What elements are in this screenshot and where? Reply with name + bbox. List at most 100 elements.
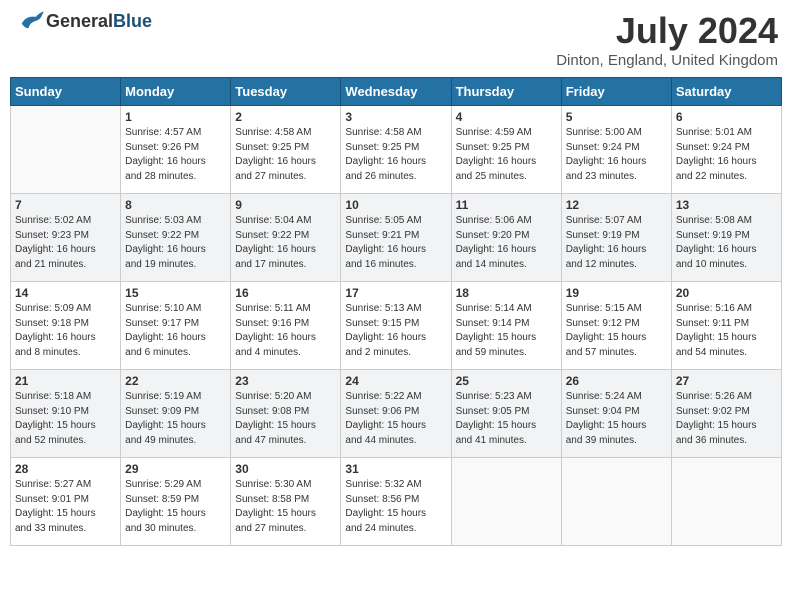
calendar-cell: 29Sunrise: 5:29 AM Sunset: 8:59 PM Dayli… [121, 458, 231, 546]
calendar-cell: 28 Sunrise: 5:27 AM Sunset: 9:01 PM Dayli… [11, 458, 121, 546]
day-number: 9 [235, 198, 336, 212]
calendar-week-row: 21 Sunrise: 5:18 AM Sunset: 9:10 PM Dayli… [11, 370, 782, 458]
calendar-cell: 3Sunrise: 4:58 AM Sunset: 9:25 PM Daylig… [341, 106, 451, 194]
header-thursday: Thursday [451, 78, 561, 106]
page-header: GeneralBlue July 2024 Dinton, England, U… [10, 10, 782, 69]
day-info: Sunrise: 5:10 AM Sunset: 9:17 PM Dayligh… [125, 302, 226, 360]
calendar-cell: 8Sunrise: 5:03 AM Sunset: 9:22 PM Daylig… [121, 194, 231, 282]
calendar-cell: 13 Sunrise: 5:08 AM Sunset: 9:19 PM Dayli… [671, 194, 781, 282]
day-info: Sunrise: 5:26 AM Sunset: 9:02 PM Dayligh… [676, 390, 777, 448]
day-number: 18 [456, 286, 557, 300]
day-number: 7 [15, 198, 116, 212]
calendar-cell: 11 Sunrise: 5:06 AM Sunset: 9:20 PM Dayli… [451, 194, 561, 282]
day-info: Sunrise: 5:08 AM Sunset: 9:19 PM Dayligh… [676, 214, 777, 272]
day-info: Sunrise: 5:19 AM Sunset: 9:09 PM Dayligh… [125, 390, 226, 448]
calendar-cell [671, 458, 781, 546]
header-monday: Monday [121, 78, 231, 106]
day-number: 25 [456, 374, 557, 388]
calendar-cell: 9 Sunrise: 5:04 AM Sunset: 9:22 PM Daylig… [231, 194, 341, 282]
day-info: Sunrise: 4:58 AM Sunset: 9:25 PM Dayligh… [235, 126, 336, 184]
calendar-cell: 16Sunrise: 5:11 AM Sunset: 9:16 PM Dayli… [231, 282, 341, 370]
header-saturday: Saturday [671, 78, 781, 106]
title-section: July 2024 Dinton, England, United Kingdo… [556, 10, 778, 69]
day-number: 21 [15, 374, 116, 388]
calendar-cell: 27 Sunrise: 5:26 AM Sunset: 9:02 PM Dayli… [671, 370, 781, 458]
day-info: Sunrise: 5:13 AM Sunset: 9:15 PM Dayligh… [345, 302, 446, 360]
calendar-cell: 24 Sunrise: 5:22 AM Sunset: 9:06 PM Dayli… [341, 370, 451, 458]
day-info: Sunrise: 5:15 AM Sunset: 9:12 PM Dayligh… [566, 302, 667, 360]
day-number: 30 [235, 462, 336, 476]
day-info: Sunrise: 4:57 AM Sunset: 9:26 PM Dayligh… [125, 126, 226, 184]
day-info: Sunrise: 5:07 AM Sunset: 9:19 PM Dayligh… [566, 214, 667, 272]
calendar-cell [561, 458, 671, 546]
day-info: Sunrise: 5:04 AM Sunset: 9:22 PM Dayligh… [235, 214, 336, 272]
calendar-cell: 30 Sunrise: 5:30 AM Sunset: 8:58 PM Dayli… [231, 458, 341, 546]
day-number: 31 [345, 462, 446, 476]
day-info: Sunrise: 5:27 AM Sunset: 9:01 PM Dayligh… [15, 478, 116, 536]
day-number: 22 [125, 374, 226, 388]
calendar-cell: 25 Sunrise: 5:23 AM Sunset: 9:05 PM Dayli… [451, 370, 561, 458]
calendar-week-row: 14Sunrise: 5:09 AM Sunset: 9:18 PM Dayli… [11, 282, 782, 370]
calendar-cell: 14Sunrise: 5:09 AM Sunset: 9:18 PM Dayli… [11, 282, 121, 370]
day-number: 17 [345, 286, 446, 300]
day-info: Sunrise: 5:22 AM Sunset: 9:06 PM Dayligh… [345, 390, 446, 448]
logo: GeneralBlue [14, 10, 152, 32]
calendar-table: SundayMondayTuesdayWednesdayThursdayFrid… [10, 77, 782, 546]
calendar-cell: 20 Sunrise: 5:16 AM Sunset: 9:11 PM Dayli… [671, 282, 781, 370]
day-info: Sunrise: 5:02 AM Sunset: 9:23 PM Dayligh… [15, 214, 116, 272]
day-info: Sunrise: 5:16 AM Sunset: 9:11 PM Dayligh… [676, 302, 777, 360]
day-info: Sunrise: 4:59 AM Sunset: 9:25 PM Dayligh… [456, 126, 557, 184]
calendar-header-row: SundayMondayTuesdayWednesdayThursdayFrid… [11, 78, 782, 106]
day-info: Sunrise: 5:09 AM Sunset: 9:18 PM Dayligh… [15, 302, 116, 360]
day-number: 10 [345, 198, 446, 212]
calendar-cell [11, 106, 121, 194]
calendar-cell: 6 Sunrise: 5:01 AM Sunset: 9:24 PM Daylig… [671, 106, 781, 194]
day-number: 12 [566, 198, 667, 212]
day-number: 5 [566, 110, 667, 124]
calendar-cell: 26Sunrise: 5:24 AM Sunset: 9:04 PM Dayli… [561, 370, 671, 458]
logo-general: General [46, 11, 113, 31]
day-number: 28 [15, 462, 116, 476]
day-number: 1 [125, 110, 226, 124]
day-number: 23 [235, 374, 336, 388]
header-tuesday: Tuesday [231, 78, 341, 106]
day-number: 24 [345, 374, 446, 388]
day-info: Sunrise: 5:20 AM Sunset: 9:08 PM Dayligh… [235, 390, 336, 448]
calendar-cell: 5 Sunrise: 5:00 AM Sunset: 9:24 PM Daylig… [561, 106, 671, 194]
calendar-cell: 15 Sunrise: 5:10 AM Sunset: 9:17 PM Dayli… [121, 282, 231, 370]
location: Dinton, England, United Kingdom [556, 52, 778, 69]
header-wednesday: Wednesday [341, 78, 451, 106]
calendar-cell: 31 Sunrise: 5:32 AM Sunset: 8:56 PM Dayli… [341, 458, 451, 546]
day-number: 4 [456, 110, 557, 124]
calendar-cell [451, 458, 561, 546]
day-number: 6 [676, 110, 777, 124]
calendar-week-row: 7 Sunrise: 5:02 AM Sunset: 9:23 PM Daylig… [11, 194, 782, 282]
day-number: 20 [676, 286, 777, 300]
day-info: Sunrise: 5:00 AM Sunset: 9:24 PM Dayligh… [566, 126, 667, 184]
day-info: Sunrise: 5:32 AM Sunset: 8:56 PM Dayligh… [345, 478, 446, 536]
day-info: Sunrise: 5:23 AM Sunset: 9:05 PM Dayligh… [456, 390, 557, 448]
day-number: 3 [345, 110, 446, 124]
day-number: 15 [125, 286, 226, 300]
calendar-week-row: 28 Sunrise: 5:27 AM Sunset: 9:01 PM Dayli… [11, 458, 782, 546]
calendar-cell: 10Sunrise: 5:05 AM Sunset: 9:21 PM Dayli… [341, 194, 451, 282]
calendar-cell: 7 Sunrise: 5:02 AM Sunset: 9:23 PM Daylig… [11, 194, 121, 282]
logo-text: GeneralBlue [46, 11, 152, 32]
day-number: 27 [676, 374, 777, 388]
day-info: Sunrise: 5:14 AM Sunset: 9:14 PM Dayligh… [456, 302, 557, 360]
calendar-week-row: 1 Sunrise: 4:57 AM Sunset: 9:26 PM Daylig… [11, 106, 782, 194]
day-number: 11 [456, 198, 557, 212]
header-friday: Friday [561, 78, 671, 106]
day-number: 2 [235, 110, 336, 124]
day-info: Sunrise: 5:11 AM Sunset: 9:16 PM Dayligh… [235, 302, 336, 360]
day-number: 26 [566, 374, 667, 388]
month-title: July 2024 [556, 10, 778, 52]
day-info: Sunrise: 5:01 AM Sunset: 9:24 PM Dayligh… [676, 126, 777, 184]
calendar-cell: 12 Sunrise: 5:07 AM Sunset: 9:19 PM Dayli… [561, 194, 671, 282]
day-number: 13 [676, 198, 777, 212]
day-number: 29 [125, 462, 226, 476]
calendar-cell: 22 Sunrise: 5:19 AM Sunset: 9:09 PM Dayli… [121, 370, 231, 458]
day-info: Sunrise: 5:30 AM Sunset: 8:58 PM Dayligh… [235, 478, 336, 536]
day-info: Sunrise: 5:06 AM Sunset: 9:20 PM Dayligh… [456, 214, 557, 272]
day-info: Sunrise: 5:18 AM Sunset: 9:10 PM Dayligh… [15, 390, 116, 448]
